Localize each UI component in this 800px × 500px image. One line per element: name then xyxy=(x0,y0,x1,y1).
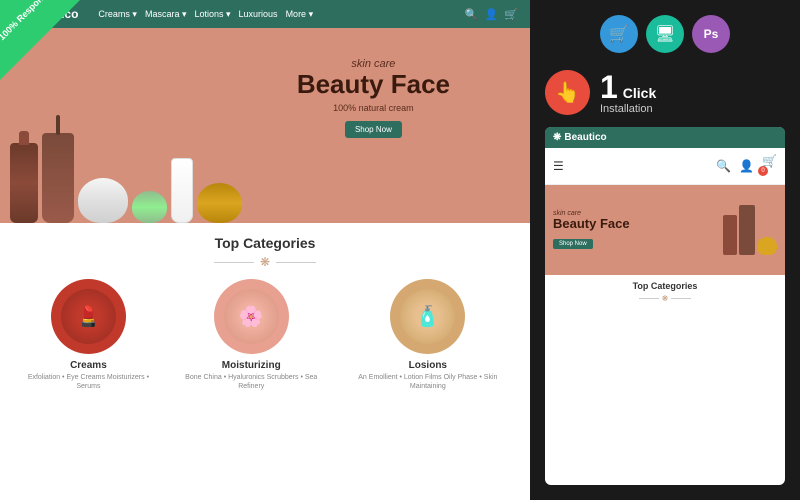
mobile-logo-icon: ❋ xyxy=(553,132,561,143)
mobile-bottle-2 xyxy=(739,205,755,255)
mobile-categories: Top Categories ❋ xyxy=(545,275,785,312)
mobile-toolbar: ☰ 🔍 👤 🛒 0 xyxy=(545,148,785,185)
product-jar-1 xyxy=(78,178,128,223)
mobile-product-bottles xyxy=(723,205,777,255)
hero-description: 100% natural cream xyxy=(297,103,450,113)
nav-creams[interactable]: Creams ▾ xyxy=(98,9,137,20)
mobile-hero-text: skin care Beauty Face Shop Now xyxy=(553,210,723,249)
nav-icon-group: 🔍 👤 🛒 xyxy=(465,8,518,21)
mobile-logo-text: Beautico xyxy=(564,132,606,143)
losions-desc: An Emollient • Lotion Films Oily Phase •… xyxy=(346,373,510,391)
left-panel: 100% Responsive ❋ Beautico Creams ▾ Masc… xyxy=(0,0,530,500)
mobile-cat-divider: ❋ xyxy=(553,294,777,303)
install-sublabel: Installation xyxy=(600,103,656,115)
mobile-divider-icon: ❋ xyxy=(662,294,669,303)
creams-circle: 💄 xyxy=(51,279,126,354)
user-icon[interactable]: 👤 xyxy=(485,8,499,21)
product-bottle-3 xyxy=(171,158,193,223)
nav-lotions[interactable]: Lotions ▾ xyxy=(194,9,230,20)
product-bottle-2 xyxy=(42,133,74,223)
moisturizing-desc: Bone China • Hyaluronics Scrubbers • Sea… xyxy=(177,373,326,391)
product-jar-3 xyxy=(197,183,242,223)
mobile-search-icon[interactable]: 🔍 xyxy=(716,159,731,173)
mobile-hero-title: Beauty Face xyxy=(553,217,723,231)
product-jar-2 xyxy=(132,191,167,223)
categories-divider: ❋ xyxy=(20,255,510,269)
mobile-cat-title: Top Categories xyxy=(553,281,777,291)
mobile-nav: ❋ Beautico xyxy=(545,127,785,148)
mobile-toolbar-icons: 🔍 👤 🛒 0 xyxy=(716,152,777,180)
mobile-divider-left xyxy=(639,298,659,299)
product-bottle-1 xyxy=(10,143,38,223)
shop-now-button[interactable]: Shop Now xyxy=(345,121,402,138)
category-moisturizing[interactable]: 🌸 Moisturizing Bone China • Hyaluronics … xyxy=(177,279,326,391)
install-label: Click xyxy=(623,85,656,101)
mobile-hero: skin care Beauty Face Shop Now xyxy=(545,185,785,275)
mobile-logo: ❋ Beautico xyxy=(553,132,607,143)
install-number: 1 xyxy=(600,71,618,103)
cart-feature-icon: 🛒 xyxy=(600,15,638,53)
categories-title: Top Categories xyxy=(20,235,510,251)
mobile-shop-button[interactable]: Shop Now xyxy=(553,239,593,249)
mobile-user-icon[interactable]: 👤 xyxy=(739,159,754,173)
mobile-cart-container: 🛒 0 xyxy=(762,152,777,180)
hero-title: Beauty Face xyxy=(297,70,450,99)
nav-more[interactable]: More ▾ xyxy=(286,9,314,20)
hero-products xyxy=(10,133,242,223)
cart-badge: 0 xyxy=(758,166,768,176)
mobile-bottle-1 xyxy=(723,215,737,255)
divider-icon: ❋ xyxy=(260,255,270,269)
install-button-icon: 👆 xyxy=(545,70,590,115)
desktop-feature-icon: 🖥 xyxy=(646,15,684,53)
moisturizing-circle: 🌸 xyxy=(214,279,289,354)
nav-links: Creams ▾ Mascara ▾ Lotions ▾ Luxurious M… xyxy=(98,9,454,20)
moisturizing-icon: 🌸 xyxy=(224,289,279,344)
install-text-group: 1 Click Installation xyxy=(600,71,656,115)
divider-left xyxy=(214,262,254,263)
mobile-preview: ❋ Beautico ☰ 🔍 👤 🛒 0 skin care Beauty Fa… xyxy=(545,127,785,485)
categories-section: Top Categories ❋ 💄 Creams Exfoliation • … xyxy=(0,223,530,399)
mobile-menu-icon[interactable]: ☰ xyxy=(553,159,564,173)
losions-circle: 🧴 xyxy=(390,279,465,354)
main-nav: ❋ Beautico Creams ▾ Mascara ▾ Lotions ▾ … xyxy=(0,0,530,28)
feature-icons-row: 🛒 🖥 Ps xyxy=(545,15,785,53)
installation-section: 👆 1 Click Installation xyxy=(545,70,785,115)
hero-text: skin care Beauty Face 100% natural cream… xyxy=(297,58,450,138)
search-icon[interactable]: 🔍 xyxy=(465,8,479,21)
creams-name: Creams xyxy=(20,360,157,371)
hero-section: skin care Beauty Face 100% natural cream… xyxy=(0,28,530,223)
right-panel: 🛒 🖥 Ps 👆 1 Click Installation ❋ Beautico… xyxy=(530,0,800,500)
category-list: 💄 Creams Exfoliation • Eye Creams Moistu… xyxy=(20,279,510,391)
moisturizing-name: Moisturizing xyxy=(177,360,326,371)
ps-feature-icon: Ps xyxy=(692,15,730,53)
nav-luxurious[interactable]: Luxurious xyxy=(239,9,278,20)
losions-icon: 🧴 xyxy=(400,289,455,344)
nav-mascara[interactable]: Mascara ▾ xyxy=(145,9,187,20)
mobile-jar xyxy=(757,237,777,255)
divider-right xyxy=(276,262,316,263)
creams-desc: Exfoliation • Eye Creams Moisturizers • … xyxy=(20,373,157,391)
mobile-divider-right xyxy=(671,298,691,299)
category-creams[interactable]: 💄 Creams Exfoliation • Eye Creams Moistu… xyxy=(20,279,157,391)
losions-name: Losions xyxy=(346,360,510,371)
cart-icon[interactable]: 🛒 xyxy=(504,8,518,21)
category-losions[interactable]: 🧴 Losions An Emollient • Lotion Films Oi… xyxy=(346,279,510,391)
creams-icon: 💄 xyxy=(61,289,116,344)
